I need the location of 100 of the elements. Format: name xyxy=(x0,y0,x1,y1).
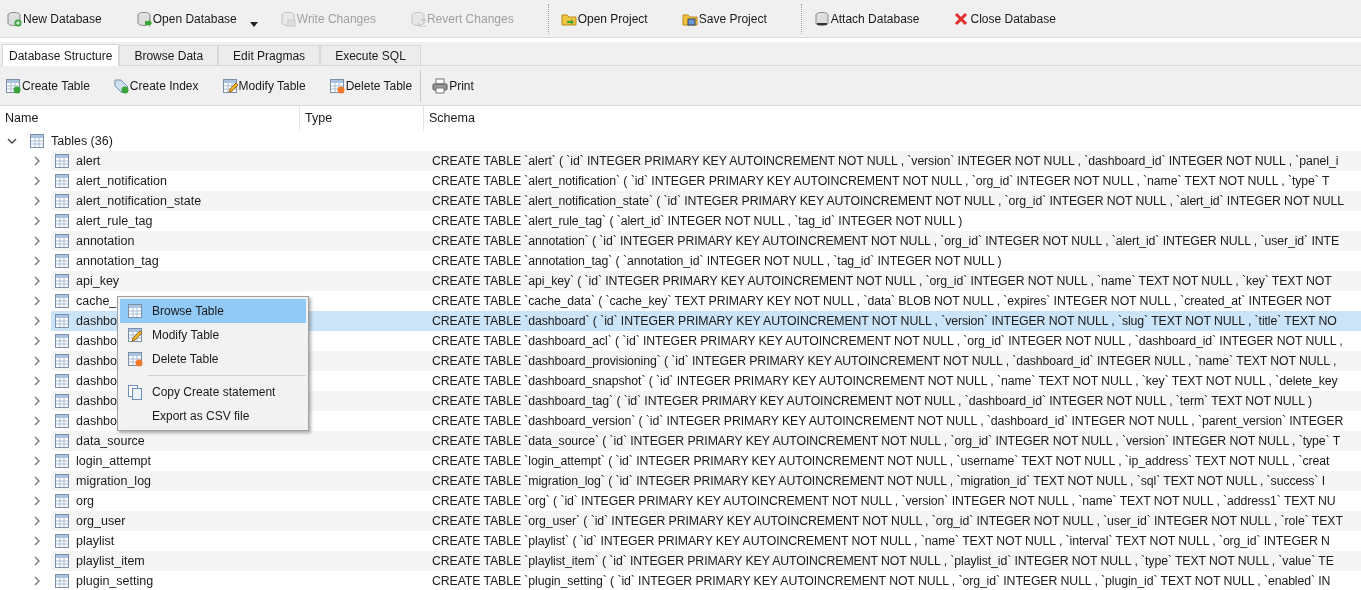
chevron-right-icon[interactable] xyxy=(32,536,42,546)
pencil-icon xyxy=(127,327,143,343)
table-icon xyxy=(54,473,70,489)
chevron-right-icon[interactable] xyxy=(32,196,42,206)
column-header[interactable]: Schema xyxy=(424,106,1361,131)
table-name: dashbo xyxy=(76,352,117,370)
tree-row[interactable]: alert_notification_state CREATE TABLE `alert_notification_state` ( `id` INTEGER PRIMARY KEY AUTOINCREMENT NOT NULL , `org_id` INTEGER NOT NULL , `alert_id` INTEGER NOT NULL xyxy=(51,191,1361,211)
schema-text: CREATE TABLE `org` ( `id` INTEGER PRIMARY KEY AUTOINCREMENT NOT NULL , `version` INTEGER NOT NULL , `name` TEXT NOT NULL , `address1` TEXT NU xyxy=(432,492,1336,510)
tree-row[interactable]: data_source CREATE TABLE `data_source` ( `id` INTEGER PRIMARY KEY AUTOINCREMENT NOT NULL , `org_id` INTEGER NOT NULL , `version` INTEGER NOT NULL , `type` T xyxy=(51,431,1361,451)
chevron-right-icon[interactable] xyxy=(32,176,42,186)
table-name: org xyxy=(76,492,95,510)
schema-text: CREATE TABLE `cache_data` ( `cache_key` TEXT PRIMARY KEY NOT NULL , `data` BLOB NOT NULL , `expires` INTEGER NOT NULL , `created_at` INTEGER NOT xyxy=(432,292,1332,310)
tree-row[interactable]: api_key CREATE TABLE `api_key` ( `id` INTEGER PRIMARY KEY AUTOINCREMENT NOT NULL , `org_id` INTEGER NOT NULL , `name` TEXT NOT NULL , `key` TEXT NOT xyxy=(51,271,1361,291)
table-icon xyxy=(54,453,70,469)
chevron-down-icon[interactable] xyxy=(7,136,17,146)
tree-row[interactable]: playlist_item CREATE TABLE `playlist_item` ( `id` INTEGER PRIMARY KEY AUTOINCREMENT NOT NULL , `playlist_id` INTEGER NOT NULL , `type` TEXT NOT NULL , `value` TE xyxy=(51,551,1361,571)
table-name: annotation xyxy=(76,232,135,250)
chevron-right-icon[interactable] xyxy=(32,256,42,266)
table-name: migration_log xyxy=(76,472,152,490)
schema-text: CREATE TABLE `dashboard_acl` ( `id` INTEGER PRIMARY KEY AUTOINCREMENT NOT NULL , `org_id` INTEGER NOT NULL , `dashboard_id` INTEGER NOT NULL , xyxy=(432,332,1343,350)
table-name: alert_notification xyxy=(76,172,168,190)
table-icon xyxy=(127,303,143,319)
table-name: api_key xyxy=(76,272,120,290)
chevron-right-icon[interactable] xyxy=(32,236,42,246)
toolbar-button[interactable]: Modify Table xyxy=(216,71,310,100)
tree-row[interactable]: org_user CREATE TABLE `org_user` ( `id` INTEGER PRIMARY KEY AUTOINCREMENT NOT NULL , `org_id` INTEGER NOT NULL , `user_id` INTEGER NOT NULL , `role` TEXT xyxy=(51,511,1361,531)
table-icon xyxy=(54,153,70,169)
toolbar-button[interactable]: Save Project xyxy=(675,4,773,33)
chevron-right-icon[interactable] xyxy=(32,316,42,326)
table-name: dashbo xyxy=(76,312,117,330)
table-icon xyxy=(328,77,345,94)
table-name: dashbo xyxy=(76,412,117,430)
table-icon xyxy=(54,293,70,309)
table-name: login_attempt xyxy=(76,452,152,470)
schema-text: CREATE TABLE `alert_notification_state` ( `id` INTEGER PRIMARY KEY AUTOINCREMENT NOT NULL , `org_id` INTEGER NOT NULL , `alert_id` INTEGER NOT NULL xyxy=(432,192,1344,210)
schema-text: CREATE TABLE `dashboard_version` ( `id` INTEGER PRIMARY KEY AUTOINCREMENT NOT NULL , `dashboard_id` INTEGER NOT NULL , `parent_version` INTEGER xyxy=(432,412,1344,430)
chevron-right-icon[interactable] xyxy=(32,356,42,366)
table-icon xyxy=(54,393,70,409)
toolbar-button[interactable]: Print xyxy=(427,71,478,100)
toolbar-button[interactable]: Open Database xyxy=(129,4,264,33)
toolbar-button[interactable]: Create Table xyxy=(0,71,94,100)
toolbar-button[interactable]: Create Index xyxy=(107,71,203,100)
database-icon xyxy=(813,10,830,27)
close-icon xyxy=(953,10,970,27)
chevron-right-icon[interactable] xyxy=(32,476,42,486)
menu-item[interactable]: Browse Table xyxy=(120,299,306,323)
table-icon xyxy=(54,273,70,289)
schema-text: CREATE TABLE `data_source` ( `id` INTEGER PRIMARY KEY AUTOINCREMENT NOT NULL , `org_id` INTEGER NOT NULL , `version` INTEGER NOT NULL , `type` T xyxy=(432,432,1341,450)
tab[interactable]: Execute SQL xyxy=(320,45,421,65)
database-icon xyxy=(135,10,152,27)
schema-text: CREATE TABLE `playlist_item` ( `id` INTEGER PRIMARY KEY AUTOINCREMENT NOT NULL , `playlist_id` INTEGER NOT NULL , `type` TEXT NOT NULL , `value` TE xyxy=(432,552,1334,570)
table-icon xyxy=(54,433,70,449)
table-icon xyxy=(54,513,70,529)
tree-row[interactable]: migration_log CREATE TABLE `migration_log` ( `id` INTEGER PRIMARY KEY AUTOINCREMENT NOT NULL , `migration_id` TEXT NOT NULL , `sql` TEXT NOT NULL , `success` I xyxy=(51,471,1361,491)
chevron-right-icon[interactable] xyxy=(32,516,42,526)
tab[interactable]: Edit Pragmas xyxy=(218,45,321,65)
toolbar-button[interactable]: Close Database xyxy=(947,4,1062,33)
table-icon xyxy=(54,413,70,429)
toolbar-button[interactable]: Delete Table xyxy=(323,71,417,100)
schema-text: CREATE TABLE `annotation` ( `id` INTEGER PRIMARY KEY AUTOINCREMENT NOT NULL , `org_id` INTEGER NOT NULL , `alert_id` INTEGER NULL , `user_id` INTE xyxy=(432,232,1339,250)
chevron-right-icon[interactable] xyxy=(32,576,42,586)
table-name: dashbo xyxy=(76,332,117,350)
tree-item[interactable]: Tables (36) xyxy=(51,131,113,151)
copy-icon xyxy=(127,384,143,400)
toolbar-button[interactable]: New Database xyxy=(0,4,108,33)
chevron-right-icon[interactable] xyxy=(32,376,42,386)
chevron-right-icon[interactable] xyxy=(32,336,42,346)
table-icon xyxy=(54,553,70,569)
tree-row[interactable]: alert CREATE TABLE `alert` ( `id` INTEGER PRIMARY KEY AUTOINCREMENT NOT NULL , `version` INTEGER NOT NULL , `dashboard_id` INTEGER NOT NULL , `panel_i xyxy=(51,151,1361,171)
chevron-right-icon[interactable] xyxy=(32,456,42,466)
schema-text: CREATE TABLE `dashboard_tag` ( `id` INTEGER PRIMARY KEY AUTOINCREMENT NOT NULL , `dashboard_id` INTEGER NOT NULL , `term` TEXT NOT NULL ) xyxy=(432,392,1312,410)
table-name: cache_ xyxy=(76,292,117,310)
table-icon xyxy=(54,213,70,229)
chevron-right-icon[interactable] xyxy=(32,276,42,286)
table-name: org_user xyxy=(76,512,126,530)
schema-text: CREATE TABLE `alert` ( `id` INTEGER PRIMARY KEY AUTOINCREMENT NOT NULL , `version` INTEGER NOT NULL , `dashboard_id` INTEGER NOT NULL , `panel_i xyxy=(432,152,1339,170)
schema-text: CREATE TABLE `dashboard_provisioning` ( `id` INTEGER PRIMARY KEY AUTOINCREMENT NOT NULL , `dashboard_id` INTEGER NULL , `name` TEXT NOT NULL , xyxy=(432,352,1337,370)
table-icon xyxy=(54,193,70,209)
tree-row[interactable]: annotation CREATE TABLE `annotation` ( `id` INTEGER PRIMARY KEY AUTOINCREMENT NOT NULL , `org_id` INTEGER NOT NULL , `alert_id` INTEGER NULL , `user_id` INTE xyxy=(51,231,1361,251)
toolbar-button[interactable]: Attach Database xyxy=(807,4,926,33)
chevron-right-icon[interactable] xyxy=(32,216,42,226)
table-name: alert_rule_tag xyxy=(76,212,153,230)
caret-icon xyxy=(249,22,258,27)
chevron-right-icon[interactable] xyxy=(32,436,42,446)
chevron-right-icon[interactable] xyxy=(32,416,42,426)
toolbar-button[interactable]: Open Project xyxy=(554,4,654,33)
chevron-right-icon[interactable] xyxy=(32,496,42,506)
table-icon xyxy=(54,253,70,269)
chevron-right-icon[interactable] xyxy=(32,156,42,166)
table-icon xyxy=(127,351,143,367)
database-icon xyxy=(6,10,22,27)
tag-icon xyxy=(112,77,129,94)
chevron-right-icon[interactable] xyxy=(32,296,42,306)
tab[interactable]: Database Structure xyxy=(2,44,120,66)
chevron-right-icon[interactable] xyxy=(32,556,42,566)
tab[interactable]: Browse Data xyxy=(119,45,219,65)
table-icon xyxy=(54,493,70,509)
chevron-right-icon[interactable] xyxy=(32,396,42,406)
database-icon xyxy=(279,10,296,27)
table-name: alert_notification_state xyxy=(76,192,202,210)
